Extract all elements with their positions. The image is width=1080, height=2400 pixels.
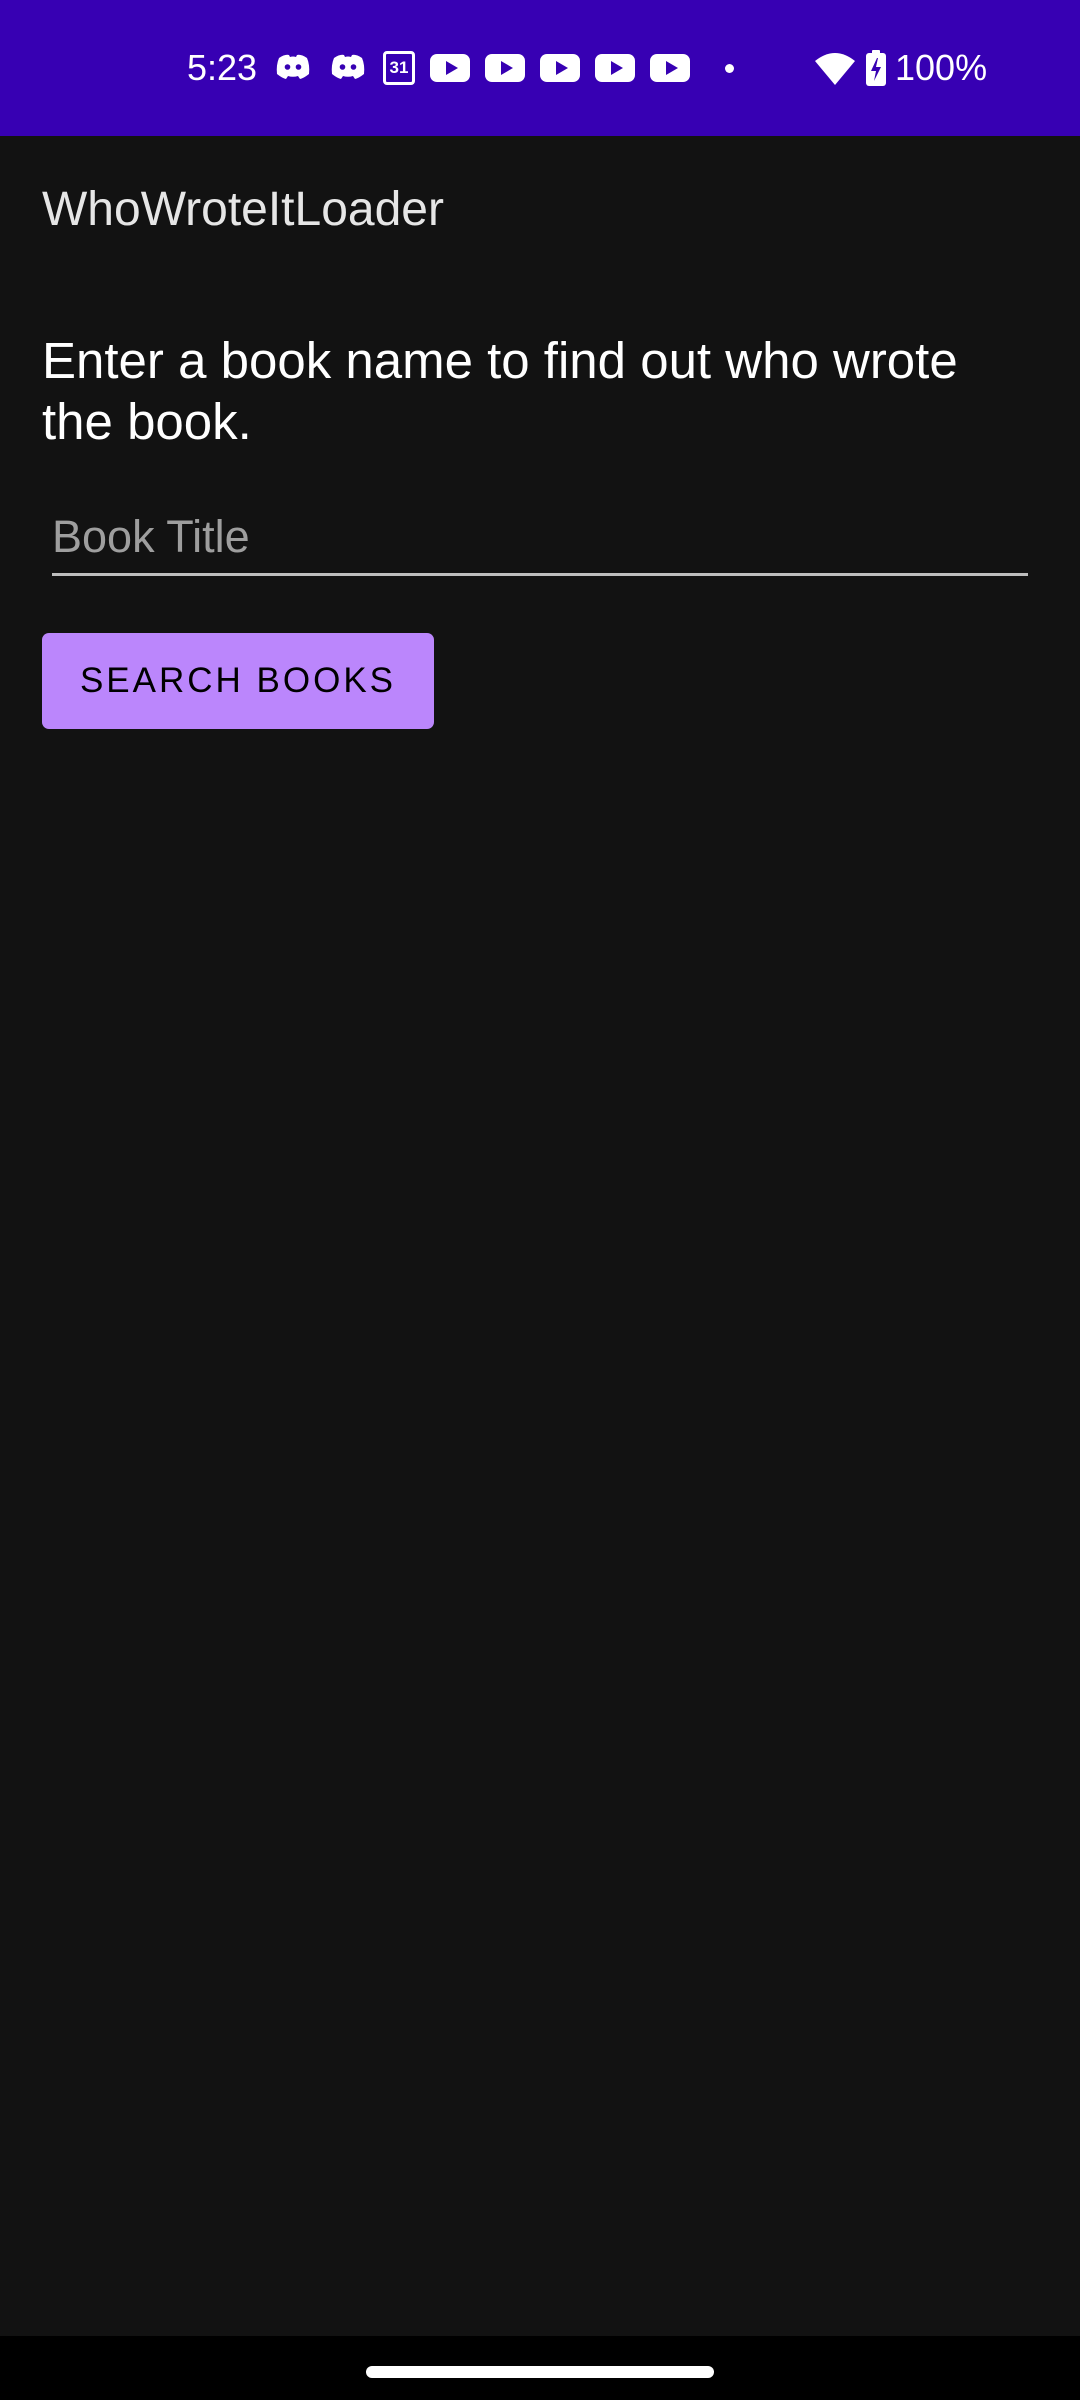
system-icons: 100% bbox=[815, 44, 987, 92]
home-gesture-handle[interactable] bbox=[366, 2366, 714, 2378]
status-bar: 5:23 31 100% bbox=[0, 0, 1080, 136]
status-time: 5:23 bbox=[187, 47, 258, 88]
discord-icon bbox=[273, 52, 313, 84]
app-title: WhoWroteItLoader bbox=[42, 183, 444, 236]
notification-icons: 31 bbox=[273, 44, 734, 92]
wifi-icon bbox=[815, 51, 855, 85]
youtube-icon bbox=[595, 54, 635, 82]
discord-icon bbox=[328, 52, 368, 84]
instruction-text: Enter a book name to find out who wrote … bbox=[42, 332, 958, 450]
battery-charging-icon bbox=[865, 50, 887, 86]
search-books-button[interactable]: SEARCH BOOKS bbox=[42, 633, 434, 729]
youtube-icon bbox=[430, 54, 470, 82]
more-notifications-dot-icon bbox=[725, 63, 734, 73]
calendar-icon: 31 bbox=[383, 51, 415, 85]
battery-percentage: 100% bbox=[895, 47, 988, 88]
youtube-icon bbox=[485, 54, 525, 82]
youtube-icon bbox=[650, 54, 690, 82]
book-title-input[interactable] bbox=[52, 500, 1028, 576]
youtube-icon bbox=[540, 54, 580, 82]
